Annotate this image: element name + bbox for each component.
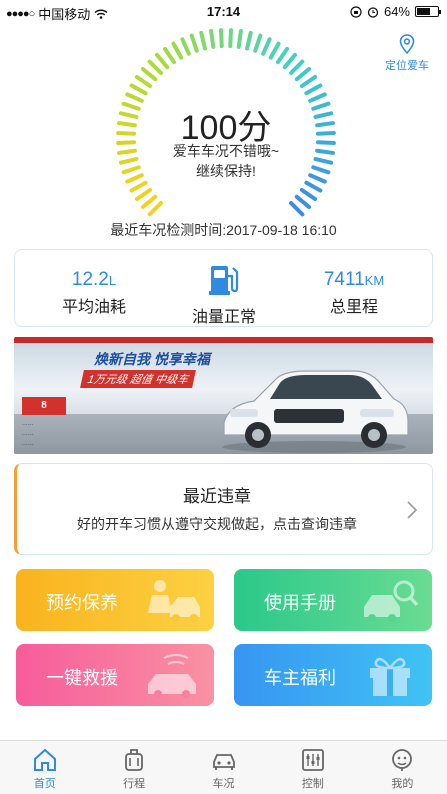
gauge-tick [294, 194, 312, 209]
health-message: 爱车车况不错哦~ 继续保持! [108, 141, 344, 181]
tab-car-status-label: 车况 [212, 778, 235, 790]
health-message-line2: 继续保持! [196, 163, 256, 179]
fuel-consumption-label: 平均油耗 [61, 299, 126, 316]
vehicle-stats-card: 12.2L 平均油耗 油量正常 7411KM 总里程 [14, 249, 433, 327]
maintenance-booking-label: 预约保养 [46, 593, 118, 613]
fuel-status-label: 油量正常 [191, 309, 256, 326]
tab-profile-label: 我的 [391, 778, 414, 790]
tab-home-label: 首页 [33, 778, 56, 790]
tab-car-status[interactable]: 车况 [179, 741, 268, 794]
gauge-tick [155, 52, 170, 70]
roadside-rescue-button[interactable]: 一键救援 [16, 644, 214, 706]
recent-violations-card[interactable]: 最近违章 好的开车习惯从遵守交规做起，点击查询违章 [14, 463, 433, 555]
user-manual-label: 使用手册 [264, 593, 336, 613]
sos-car-icon [148, 654, 196, 698]
tab-trips[interactable]: 行程 [89, 741, 178, 794]
banner-promo: 1万元级 超值 中级车 [80, 370, 197, 388]
tab-trips-label: 行程 [123, 778, 146, 790]
check-time: 最近车况检测时间:2017-09-18 16:10 [110, 222, 337, 238]
car-image [222, 370, 409, 453]
gauge-tick [245, 30, 253, 51]
gauge-tick [129, 83, 148, 96]
rotation-lock-icon [350, 5, 362, 18]
tab-profile[interactable]: 我的 [358, 741, 447, 794]
face-icon [392, 749, 413, 771]
location-pin-icon [399, 34, 415, 54]
gauge-tick [294, 67, 312, 82]
gauge-tick [162, 46, 177, 65]
gauge-tick [134, 187, 153, 202]
violation-title: 最近违章 [183, 487, 251, 506]
promo-banner[interactable]: 焕新自我 悦享幸福 1万元级 超值 中级车 8 ................… [14, 337, 433, 454]
gift-icon [370, 657, 410, 696]
fuel-consumption-value: 12.2L [71, 269, 117, 290]
gauge-tick [209, 29, 216, 49]
gauge-tick [228, 28, 233, 49]
car-maintenance-icon [148, 580, 200, 622]
owner-benefits-button[interactable]: 车主福利 [234, 644, 432, 706]
gauge-tick [134, 74, 153, 89]
fuel-status-stat: 油量正常 [159, 250, 289, 328]
gauge-tick [140, 67, 158, 82]
roadside-rescue-label: 一键救援 [46, 668, 118, 688]
home-icon [33, 748, 56, 771]
gauge-tick [268, 41, 281, 60]
tab-control-label: 控制 [301, 778, 324, 790]
gauge-tick [189, 33, 199, 53]
luggage-icon [125, 749, 144, 771]
gauge-tick [275, 46, 290, 65]
mileage-value: 7411KM [323, 269, 385, 290]
banner-strip [14, 337, 433, 343]
gauge-tick [282, 52, 297, 70]
alarm-icon [367, 6, 379, 18]
banner-slogan: 焕新自我 悦享幸福 [94, 351, 210, 367]
gauge-tick [171, 41, 184, 60]
gauge-tick [147, 201, 163, 217]
gauge-tick [219, 28, 224, 49]
fuel-consumption-stat: 12.2L 平均油耗 [29, 250, 159, 328]
car-search-icon [364, 580, 419, 622]
gauge-tick [299, 187, 318, 202]
gauge-tick [129, 180, 148, 193]
locate-car-button[interactable]: 定位爱车 [377, 34, 437, 73]
gauge-tick [253, 33, 263, 53]
fuel-pump-icon [209, 266, 239, 295]
sliders-icon [302, 749, 324, 771]
battery-icon [415, 6, 441, 17]
maintenance-booking-button[interactable]: 预约保养 [16, 569, 214, 631]
locate-car-label: 定位爱车 [385, 60, 429, 72]
gauge-tick [304, 83, 323, 96]
banner-fineprint: .................. [22, 420, 34, 447]
battery-label: 64% [383, 4, 410, 19]
gauge-tick [180, 37, 191, 56]
owner-benefits-label: 车主福利 [264, 668, 336, 688]
tab-bar: 首页 行程 车况 控制 我的 [0, 740, 447, 794]
gauge-tick [289, 59, 305, 75]
mileage-label: 总里程 [329, 299, 378, 316]
gauge-tick [199, 30, 207, 51]
gauge-tick [236, 29, 243, 49]
chevron-right-icon [407, 501, 418, 519]
gauge-tick [289, 201, 305, 217]
mileage-stat: 7411KM 总里程 [289, 250, 419, 328]
gauge-tick [140, 194, 158, 209]
violation-description: 好的开车习惯从遵守交规做起，点击查询违章 [77, 516, 357, 532]
tab-control[interactable]: 控制 [268, 741, 357, 794]
tab-home[interactable]: 首页 [0, 741, 89, 794]
gauge-tick [261, 37, 272, 56]
gauge-tick [147, 59, 163, 75]
health-message-line1: 爱车车况不错哦~ [172, 143, 280, 159]
user-manual-button[interactable]: 使用手册 [234, 569, 432, 631]
car-icon [212, 754, 235, 770]
banner-side-tag: 8 [22, 397, 66, 415]
status-bar: ●●●●○ 中国移动 17:14 64% [0, 0, 447, 22]
gauge-tick [304, 180, 323, 193]
gauge-tick [299, 74, 318, 89]
